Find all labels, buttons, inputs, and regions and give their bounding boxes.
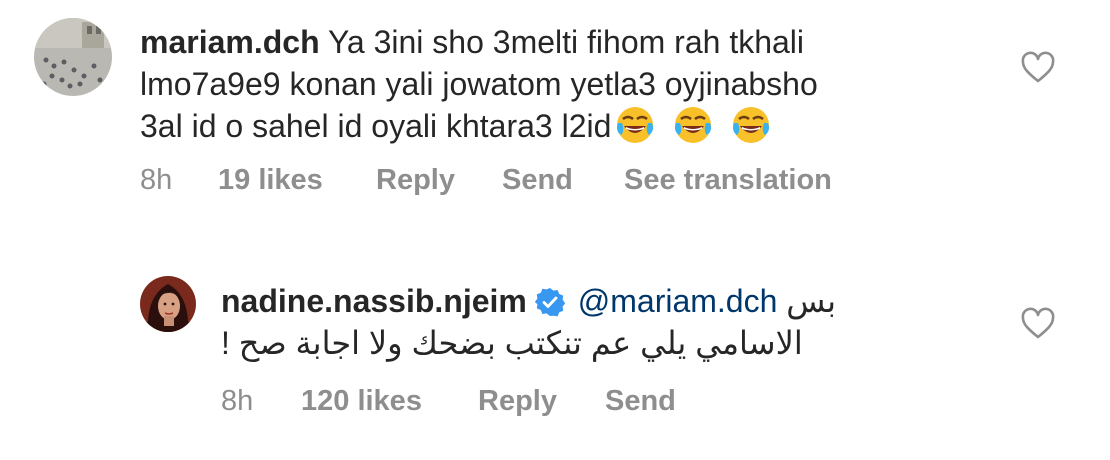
comment-meta: 8h 19 likes Reply Send See translation xyxy=(140,164,832,197)
likes-count[interactable]: 120 likes xyxy=(301,385,478,418)
comment-text: lmo7a9e9 konan yali jowatom yetla3 oyjin… xyxy=(140,66,818,102)
mention-link[interactable]: @mariam.dch xyxy=(578,283,778,319)
username[interactable]: nadine.nassib.njeim xyxy=(221,283,527,319)
username[interactable]: mariam.dch xyxy=(140,24,320,60)
heart-icon[interactable] xyxy=(1020,50,1056,86)
comment-text: بس xyxy=(786,283,836,319)
tears-of-joy-icon xyxy=(675,107,712,143)
comment: mariam.dch Ya 3ini sho 3melti fihom rah … xyxy=(0,0,1110,230)
comment-text: ! الاسامي يلي عم تنكتب بضحك ولا اجابة صح xyxy=(221,325,803,361)
send-button[interactable]: Send xyxy=(605,385,676,418)
comment-time: 8h xyxy=(140,164,173,196)
tears-of-joy-icon xyxy=(617,107,654,143)
verified-badge-icon xyxy=(534,288,565,317)
comment-meta: 8h 120 likes Reply Send xyxy=(221,385,676,418)
comment-text-line: nadine.nassib.njeim @mariam.dch بس xyxy=(221,280,836,322)
likes-count[interactable]: 19 likes xyxy=(218,164,376,197)
comment-text-line: 3al id o sahel id oyali khtara3 l2id xyxy=(140,105,789,147)
comment-text: 3al id o sahel id oyali khtara3 l2id xyxy=(140,108,612,144)
comment-text-line: ! الاسامي يلي عم تنكتب بضحك ولا اجابة صح xyxy=(221,322,803,364)
send-button[interactable]: Send xyxy=(502,164,624,197)
comment-text: Ya 3ini sho 3melti fihom rah tkhali xyxy=(327,24,805,60)
reply-button[interactable]: Reply xyxy=(376,164,502,197)
comment-text-line: mariam.dch Ya 3ini sho 3melti fihom rah … xyxy=(140,21,804,63)
heart-icon[interactable] xyxy=(1020,306,1056,342)
comment-time: 8h xyxy=(221,385,254,417)
avatar[interactable] xyxy=(34,18,112,96)
avatar[interactable] xyxy=(140,276,196,332)
tears-of-joy-icon xyxy=(733,107,770,143)
see-translation-button[interactable]: See translation xyxy=(624,164,832,197)
reply-button[interactable]: Reply xyxy=(478,385,605,418)
comment-text-line: lmo7a9e9 konan yali jowatom yetla3 oyjin… xyxy=(140,63,818,105)
reply-comment: nadine.nassib.njeim @mariam.dch بس ! الا… xyxy=(0,240,1110,460)
